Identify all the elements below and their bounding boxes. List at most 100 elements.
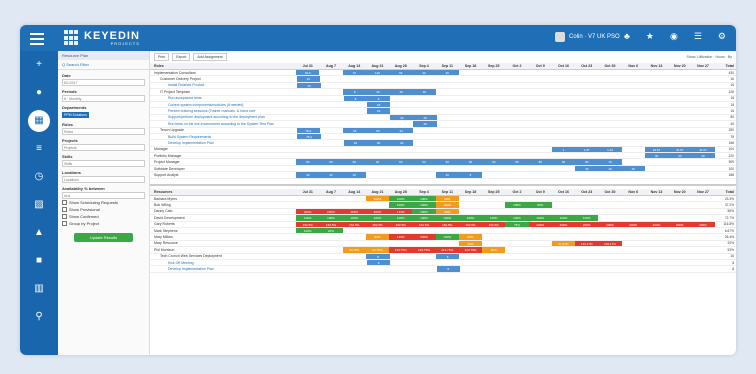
grid-cell[interactable] xyxy=(668,128,691,133)
grid-cell[interactable] xyxy=(296,147,319,152)
grid-cell[interactable] xyxy=(437,115,460,120)
grid-cell[interactable] xyxy=(321,83,344,88)
grid-cell[interactable]: 140% xyxy=(389,208,413,215)
grid-cell[interactable] xyxy=(389,228,412,233)
grid-cell[interactable] xyxy=(436,147,459,152)
grid-cell[interactable] xyxy=(483,260,506,265)
grid-cell[interactable] xyxy=(599,128,622,133)
grid-cell[interactable] xyxy=(529,147,552,152)
grid-cell[interactable] xyxy=(622,70,645,75)
grid-cell[interactable] xyxy=(668,121,691,126)
row-label[interactable]: Mary Millian xyxy=(150,235,296,239)
grid-cell[interactable]: 100% xyxy=(389,215,413,221)
grid-cell[interactable]: 100% xyxy=(412,208,436,215)
grid-cell[interactable] xyxy=(319,202,342,207)
grid-cell[interactable]: 143.75% xyxy=(412,247,436,253)
grid-cell[interactable] xyxy=(575,196,598,201)
grid-cell[interactable]: 200% xyxy=(296,208,320,215)
grid-cell[interactable]: 8 xyxy=(436,266,460,272)
grid-cell[interactable]: 40 xyxy=(319,172,343,178)
grid-cell[interactable]: 41.67% xyxy=(551,240,576,247)
grid-cell[interactable] xyxy=(622,140,645,145)
grid-cell[interactable] xyxy=(529,196,552,201)
grid-cell[interactable] xyxy=(645,266,668,271)
grid-cell[interactable] xyxy=(296,234,319,239)
grid-cell[interactable]: 80 xyxy=(575,159,599,165)
grid-cell[interactable] xyxy=(553,108,576,113)
grid-cell[interactable]: 40 xyxy=(412,89,437,95)
grid-cell[interactable] xyxy=(297,108,320,113)
grid-cell[interactable]: 1.22 xyxy=(598,146,622,153)
grid-cell[interactable] xyxy=(483,108,506,113)
grid-cell[interactable] xyxy=(552,76,575,81)
grid-cell[interactable] xyxy=(413,128,436,133)
grid-cell[interactable] xyxy=(552,209,575,214)
grid-cell[interactable] xyxy=(645,196,668,201)
grid-cell[interactable] xyxy=(344,260,367,265)
grid-cell[interactable] xyxy=(344,102,367,107)
grid-cell[interactable] xyxy=(668,83,691,88)
grid-cell[interactable] xyxy=(343,241,366,246)
grid-cell[interactable] xyxy=(343,196,366,201)
grid-cell[interactable]: 140% xyxy=(389,234,413,240)
row-label[interactable]: Project Manager xyxy=(150,160,296,164)
grid-cell[interactable]: 40 xyxy=(389,89,413,95)
grid-cell[interactable] xyxy=(482,172,505,177)
grid-cell[interactable] xyxy=(506,140,529,145)
grid-cell[interactable]: 93.75% xyxy=(342,247,366,253)
grid-cell[interactable] xyxy=(437,134,460,139)
grid-cell[interactable] xyxy=(668,96,691,101)
grid-cell[interactable] xyxy=(390,96,413,101)
grid-cell[interactable] xyxy=(691,128,714,133)
grid-cell[interactable]: 152.5% xyxy=(458,221,483,227)
grid-cell[interactable]: 100% xyxy=(482,215,506,221)
grid-cell[interactable] xyxy=(622,266,645,271)
grid-cell[interactable] xyxy=(622,153,645,158)
grid-cell[interactable] xyxy=(412,166,435,171)
grid-cell[interactable] xyxy=(343,202,366,207)
grid-cell[interactable] xyxy=(529,234,552,239)
grid-cell[interactable] xyxy=(529,247,552,252)
grid-cell[interactable] xyxy=(483,102,506,107)
grid-cell[interactable]: 16 xyxy=(367,108,391,114)
grid-cell[interactable] xyxy=(575,202,598,207)
grid-cell[interactable] xyxy=(645,70,668,75)
grid-cell[interactable] xyxy=(436,153,459,158)
grid-cell[interactable]: 100% xyxy=(435,202,459,208)
grid-cell[interactable] xyxy=(297,115,320,120)
grid-cell[interactable] xyxy=(296,196,319,201)
grid-cell[interactable] xyxy=(691,166,714,171)
grid-cell[interactable] xyxy=(691,202,714,207)
grid-cell[interactable] xyxy=(297,140,320,145)
grid-cell[interactable] xyxy=(691,76,714,81)
grid-cell[interactable] xyxy=(505,70,528,75)
grid-cell[interactable]: 100% xyxy=(342,215,366,221)
grid-cell[interactable]: 41.67 xyxy=(668,146,692,153)
grid-cell[interactable] xyxy=(692,96,715,101)
grid-cell[interactable] xyxy=(622,83,645,88)
grid-cell[interactable] xyxy=(668,76,691,81)
grid-cell[interactable] xyxy=(599,115,622,120)
grid-cell[interactable]: 200% xyxy=(412,234,436,240)
view-options[interactable]: Show: Utilization · Hours · By xyxy=(686,55,732,59)
grid-cell[interactable]: 152.5% xyxy=(319,221,343,227)
grid-cell[interactable] xyxy=(366,76,389,81)
grid-cell[interactable] xyxy=(437,260,460,265)
grid-cell[interactable] xyxy=(296,153,319,158)
grid-cell[interactable]: 152.5% xyxy=(389,221,413,227)
row-label[interactable]: Build System Requirements xyxy=(150,135,297,139)
grid-cell[interactable] xyxy=(575,247,598,252)
skills-input[interactable]: Skills xyxy=(62,160,145,167)
grid-cell[interactable] xyxy=(691,247,714,252)
grid-cell[interactable]: 24 xyxy=(390,140,414,146)
row-label[interactable]: David Development xyxy=(150,216,296,220)
grid-cell[interactable] xyxy=(343,76,366,81)
grid-cell[interactable] xyxy=(296,202,319,207)
grid-cell[interactable] xyxy=(459,202,482,207)
grid-cell[interactable] xyxy=(506,83,529,88)
grid-cell[interactable] xyxy=(645,108,668,113)
grid-cell[interactable] xyxy=(459,128,482,133)
grid-cell[interactable] xyxy=(668,140,691,145)
grid-cell[interactable] xyxy=(622,89,645,94)
grid-cell[interactable] xyxy=(668,228,691,233)
